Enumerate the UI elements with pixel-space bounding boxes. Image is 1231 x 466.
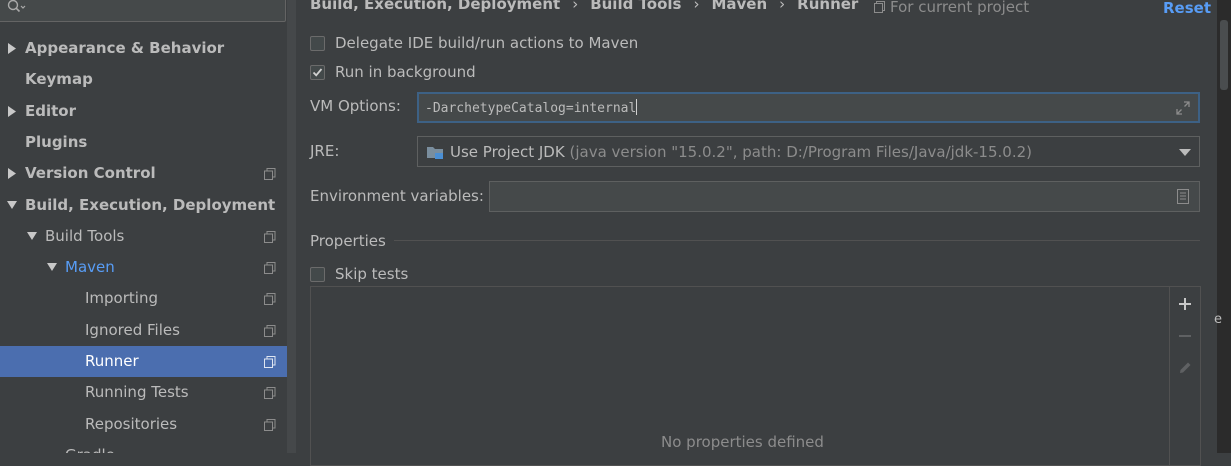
add-icon[interactable] xyxy=(1177,296,1193,312)
properties-title: Properties xyxy=(310,232,386,250)
sidebar-item-label: Runner xyxy=(85,352,139,370)
sidebar-item[interactable]: Appearance & Behavior xyxy=(0,33,287,64)
skip-tests-label: Skip tests xyxy=(335,265,409,283)
remove-icon[interactable] xyxy=(1177,328,1193,344)
search-icon xyxy=(7,0,26,13)
sidebar-item[interactable]: Repositories xyxy=(0,409,287,440)
reset-link[interactable]: Reset xyxy=(1163,0,1211,17)
sidebar-item-label: Version Control xyxy=(25,164,156,183)
sidebar-item-label: Keymap xyxy=(25,70,93,89)
copy-icon xyxy=(264,387,276,400)
sidebar-item-label: Editor xyxy=(25,101,76,120)
collapsed-arrow-icon[interactable] xyxy=(6,158,18,189)
sidebar-item[interactable]: Editor xyxy=(0,96,287,127)
breadcrumb-item-runner: Runner xyxy=(797,0,859,13)
properties-toolbar xyxy=(1169,287,1200,465)
settings-sidebar: Appearance & Behavior Keymap Editor Plugins… xyxy=(0,0,296,453)
collapsed-arrow-icon[interactable] xyxy=(6,33,18,64)
sidebar-item[interactable]: Plugins xyxy=(0,127,287,158)
sidebar-item-label: Build Tools xyxy=(45,226,125,245)
expanded-arrow-icon[interactable] xyxy=(26,221,38,252)
env-vars-label: Environment variables: xyxy=(310,187,484,205)
sidebar-item[interactable]: Gradle xyxy=(0,440,287,453)
scope-label: For current project xyxy=(890,0,1030,16)
editor-scrollbar-thumb[interactable] xyxy=(1220,20,1228,90)
sidebar-item[interactable]: Importing xyxy=(0,283,287,314)
sidebar-item[interactable]: Maven xyxy=(0,252,287,283)
text-caret xyxy=(636,99,638,115)
delegate-option[interactable]: Delegate IDE build/run actions to Maven xyxy=(310,32,638,54)
sidebar-item[interactable]: Build Tools xyxy=(0,221,287,252)
copy-icon xyxy=(264,168,276,181)
checkmark-icon xyxy=(312,68,323,77)
expanded-arrow-icon[interactable] xyxy=(6,190,18,221)
sidebar-item-label: Plugins xyxy=(25,132,88,151)
breadcrumb: Build, Execution, Deployment › Build Tools… xyxy=(310,0,858,13)
run-background-option[interactable]: Run in background xyxy=(310,61,476,83)
breadcrumb-item-maven[interactable]: Maven xyxy=(711,0,767,13)
sidebar-item-label: Running Tests xyxy=(85,383,189,402)
folder-icon xyxy=(427,147,443,159)
breadcrumb-separator: › xyxy=(572,0,579,13)
sidebar-item-label: Maven xyxy=(65,258,115,277)
edit-icon[interactable] xyxy=(1177,360,1193,376)
copy-icon xyxy=(264,293,276,306)
document-icon[interactable] xyxy=(1177,189,1189,204)
collapsed-arrow-icon[interactable] xyxy=(6,96,18,127)
copy-icon xyxy=(874,1,885,13)
copy-icon xyxy=(264,324,276,337)
editor-edge-strip xyxy=(1217,0,1231,453)
sidebar-item[interactable]: Version Control xyxy=(0,158,287,189)
skip-tests-checkbox[interactable] xyxy=(310,267,325,282)
expanded-arrow-icon[interactable] xyxy=(46,252,58,283)
breadcrumb-separator: › xyxy=(779,0,786,13)
sidebar-item-label: Repositories xyxy=(85,414,178,433)
sidebar-item[interactable]: Running Tests xyxy=(0,377,287,408)
sidebar-item[interactable]: Keymap xyxy=(0,64,287,95)
scope-indicator: For current project xyxy=(874,0,1029,16)
copy-icon xyxy=(264,262,276,275)
properties-divider xyxy=(394,240,1200,241)
copy-icon xyxy=(264,356,276,368)
settings-search-input[interactable] xyxy=(0,0,286,22)
jre-detail: (java version "15.0.2", path: D:/Program… xyxy=(569,143,1032,161)
settings-panel: Build, Execution, Deployment › Build Tools… xyxy=(296,0,1231,466)
jre-select[interactable]: Use Project JDK (java version "15.0.2", … xyxy=(417,136,1200,167)
sidebar-item-label: Appearance & Behavior xyxy=(25,39,225,57)
delegate-checkbox[interactable] xyxy=(310,36,325,51)
breadcrumb-item-build-tools[interactable]: Build Tools xyxy=(590,0,681,13)
sidebar-item-label: Importing xyxy=(85,289,158,308)
copy-icon xyxy=(264,230,276,243)
jre-label: JRE: xyxy=(310,142,340,160)
vm-options-label: VM Options: xyxy=(310,97,401,115)
sidebar-item[interactable]: Build, Execution, Deployment xyxy=(0,190,287,221)
env-vars-input[interactable] xyxy=(489,181,1200,212)
sidebar-scrollbar[interactable] xyxy=(287,0,296,453)
sidebar-item-label: Gradle xyxy=(65,440,115,453)
run-background-checkbox[interactable] xyxy=(310,65,325,80)
properties-empty-text: No properties defined xyxy=(661,433,824,451)
breadcrumb-item-build[interactable]: Build, Execution, Deployment xyxy=(310,0,560,13)
expand-icon[interactable] xyxy=(1176,101,1190,115)
dropdown-arrow-icon[interactable] xyxy=(1179,149,1191,156)
sidebar-item-label: Ignored Files xyxy=(85,320,180,339)
sidebar-item-label: Build, Execution, Deployment xyxy=(25,195,276,214)
properties-table[interactable]: No properties defined xyxy=(310,286,1201,466)
run-background-label: Run in background xyxy=(335,63,476,81)
delegate-label: Delegate IDE build/run actions to Maven xyxy=(335,34,639,52)
skip-tests-option[interactable]: Skip tests xyxy=(310,263,408,285)
sidebar-item[interactable]: Runner xyxy=(0,346,287,377)
copy-icon xyxy=(264,418,276,431)
editor-edge-text: e xyxy=(1214,312,1222,327)
jre-value: Use Project JDK xyxy=(450,143,565,161)
vm-options-value: -DarchetypeCatalog=internal xyxy=(425,101,637,116)
breadcrumb-separator: › xyxy=(693,0,700,13)
sidebar-item[interactable]: Ignored Files xyxy=(0,315,287,346)
vm-options-input[interactable]: -DarchetypeCatalog=internal xyxy=(417,92,1200,123)
